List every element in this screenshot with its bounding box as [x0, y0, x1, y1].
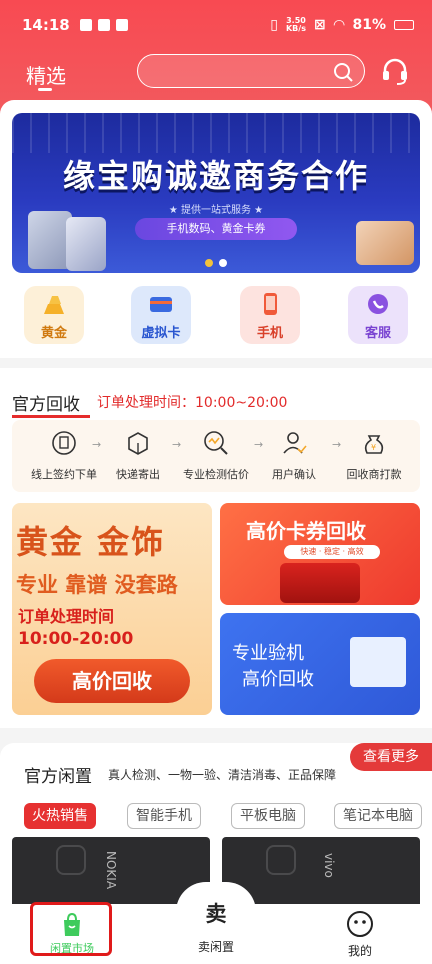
money-bag-icon: ¥	[364, 435, 384, 454]
banner-title: 缘宝购诚邀商务合作	[62, 157, 369, 195]
gold-bar-icon	[44, 296, 64, 314]
gold-recycle-card[interactable]: 黄金 金饰 专业 靠谱 没套路 订单处理时间 10:00-20:00 高价回收	[12, 503, 212, 715]
svg-text:¥: ¥	[371, 443, 376, 452]
selection-highlight	[30, 902, 112, 956]
category-label: 虚拟卡	[141, 326, 181, 341]
sim-off-icon: ⊠	[313, 17, 326, 33]
headset-icon[interactable]	[380, 56, 410, 86]
search-input[interactable]	[150, 61, 330, 81]
view-more-button[interactable]: 查看更多	[350, 743, 432, 771]
category-label: 手机	[256, 326, 283, 341]
banner-subtitle: ★ 提供一站式服务 ★	[168, 205, 264, 216]
phone-image-2	[66, 217, 106, 271]
voucher-card-tags: 快速 · 稳定 · 高效	[284, 545, 380, 559]
search-icon[interactable]	[332, 61, 354, 83]
chip-hot-sale[interactable]: 火热销售	[24, 803, 96, 829]
smiley-icon	[347, 911, 373, 937]
user-check-icon	[283, 432, 307, 454]
nav-label: 我的	[347, 944, 372, 958]
gold-card-hours: 10:00-20:00	[18, 629, 134, 649]
category-gold[interactable]: 黄金	[24, 286, 84, 344]
promo-banner[interactable]: 缘宝购诚邀商务合作 ★ 提供一站式服务 ★ 手机数码、黄金卡券	[12, 113, 420, 273]
wifi-icon: ◠	[333, 17, 345, 33]
voucher-card-title: 高价卡券回收	[246, 519, 366, 543]
status-app-icons	[79, 19, 128, 31]
category-phone[interactable]: 手机	[240, 286, 300, 344]
inspection-card-line1: 专业验机	[232, 643, 304, 664]
wallet-image	[356, 221, 414, 265]
recycle-title: 官方回收	[12, 390, 90, 418]
category-label: 黄金	[40, 326, 67, 341]
search-bar[interactable]	[137, 54, 365, 88]
inspection-illustration	[350, 637, 406, 687]
category-virtual-card[interactable]: 虚拟卡	[131, 286, 191, 344]
nav-label: 卖闲置	[197, 940, 234, 954]
net-speed: 3.50 KB/s	[285, 16, 306, 33]
camera-image	[56, 845, 86, 875]
inspection-card-line2: 高价回收	[242, 669, 314, 690]
gold-card-slogan: 专业 靠谱 没套路	[16, 573, 178, 597]
chip-laptop[interactable]: 笔记本电脑	[334, 803, 422, 829]
idle-subtitle: 真人检测、一物一验、清洁消毒、正品保障	[108, 768, 337, 782]
nav-profile[interactable]: 我的	[336, 904, 384, 959]
recycle-hours: 订单处理时间：10:00~20:00	[97, 395, 288, 411]
package-icon	[128, 432, 148, 455]
idle-title: 官方闲置	[24, 767, 92, 787]
recycle-steps: 线上签约下单 → 快递寄出 → 专业检测估价 → 用户确认 → ¥ 回收商打款	[12, 420, 420, 492]
status-time: 14:18	[22, 16, 70, 34]
voucher-recycle-card[interactable]: 高价卡券回收 快速 · 稳定 · 高效	[220, 503, 420, 605]
banner-pill: 手机数码、黄金卡券	[135, 218, 297, 240]
product-brand: NOKIA	[104, 851, 118, 890]
battery-level: 81%	[352, 17, 386, 33]
vibrate-icon: ▯	[270, 17, 278, 33]
category-service[interactable]: 客服	[348, 286, 408, 344]
product-brand: vivo	[322, 853, 336, 878]
tab-featured[interactable]: 精选	[26, 60, 66, 89]
phone-icon	[264, 293, 277, 315]
tab-indicator	[38, 88, 52, 91]
inspect-icon	[204, 431, 228, 455]
gold-card-title: 黄金 金饰	[16, 523, 166, 561]
chip-smartphone[interactable]: 智能手机	[127, 803, 201, 829]
category-row: 黄金 虚拟卡 手机 客服	[0, 286, 432, 348]
banner-dots[interactable]	[205, 259, 227, 267]
step-payout: ¥ 回收商打款	[328, 430, 420, 482]
chip-tablet[interactable]: 平板电脑	[231, 803, 305, 829]
sell-icon: 卖	[205, 902, 227, 926]
camera-image	[266, 845, 296, 875]
gold-recycle-button[interactable]: 高价回收	[34, 659, 190, 703]
step-user-confirm: 用户确认	[248, 430, 340, 482]
red-envelope-image	[280, 563, 360, 603]
nav-sell-idle[interactable]: 卖 卖闲置	[180, 902, 252, 955]
service-icon	[368, 294, 388, 314]
banner-light-stripes	[12, 113, 420, 153]
inspection-card[interactable]: 专业验机 高价回收	[220, 613, 420, 715]
virtual-card-icon	[150, 297, 172, 312]
clipboard-icon	[52, 431, 76, 455]
step-label: 用户确认	[272, 468, 316, 481]
status-bar: 14:18 ▯ 3.50 KB/s ⊠ ◠ 81%	[22, 12, 414, 38]
step-label: 回收商打款	[346, 468, 402, 481]
gold-card-hours-label: 订单处理时间	[18, 607, 115, 626]
battery-icon	[394, 20, 414, 30]
category-label: 客服	[364, 326, 391, 341]
